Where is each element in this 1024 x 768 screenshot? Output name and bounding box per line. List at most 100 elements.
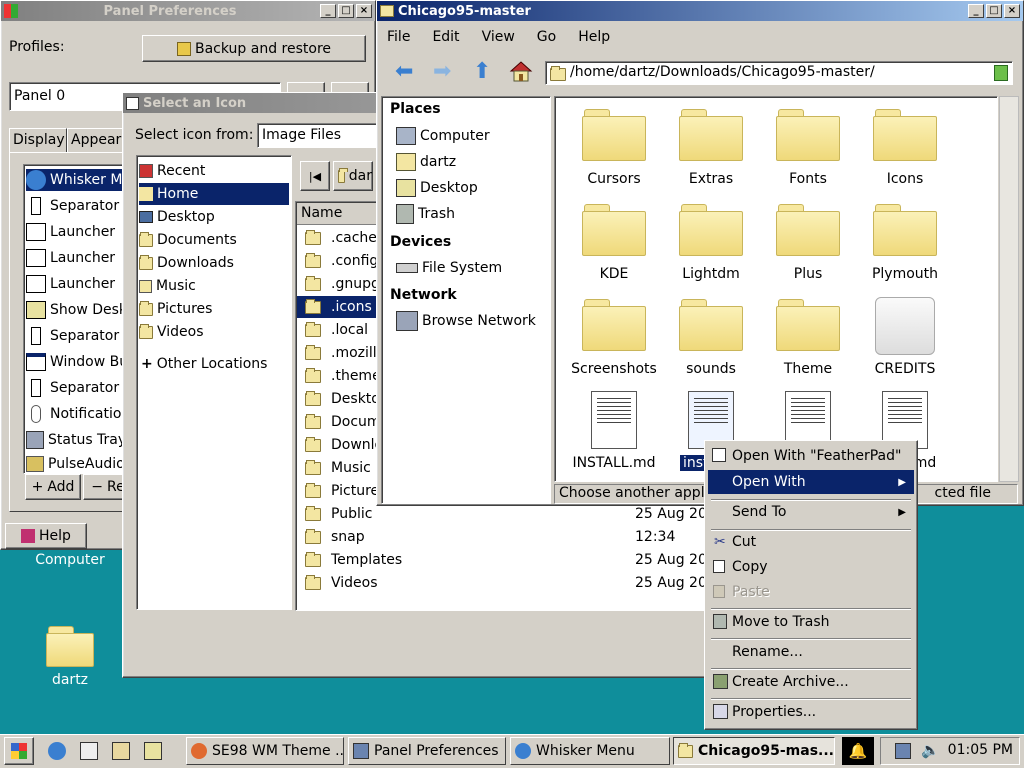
path-back-button[interactable]: |◀ (300, 161, 330, 191)
volume-icon[interactable]: 🔈 (921, 741, 940, 759)
quick-launch-search[interactable] (112, 742, 130, 760)
back-button[interactable]: ⬅ (395, 61, 419, 85)
menu-rename[interactable]: Rename... (708, 640, 914, 664)
panel-item[interactable]: Notificatio (26, 403, 121, 425)
menu-go[interactable]: Go (533, 27, 560, 47)
place-pictures[interactable]: Pictures (139, 298, 212, 320)
file-icon-item[interactable]: CREDITS (860, 295, 950, 381)
file-row[interactable]: Public 25 Aug 202 (297, 503, 716, 525)
place-downloads[interactable]: Downloads (139, 252, 234, 274)
place-dartz[interactable]: dartz (396, 151, 456, 173)
menu-open-with-featherpad[interactable]: Open With "FeatherPad" (708, 444, 914, 468)
notification-bell[interactable]: 🔔 (842, 737, 874, 765)
network-browse[interactable]: Browse Network (396, 310, 536, 332)
place-computer[interactable]: Computer (396, 125, 490, 147)
place-videos[interactable]: Videos (139, 321, 204, 343)
panel-item-label: Status Tray (48, 432, 127, 448)
menu-paste[interactable]: Paste (708, 580, 914, 604)
panel-item[interactable]: Window Bu (26, 351, 128, 373)
home-button[interactable] (509, 59, 533, 85)
panel-item[interactable]: Status Tray (26, 429, 126, 451)
place-documents[interactable]: Documents (139, 229, 237, 251)
task-panel-preferences[interactable]: Panel Preferences (348, 737, 506, 765)
file-icon-item[interactable]: Plus (763, 200, 853, 286)
file-icon-item[interactable]: sounds (666, 295, 756, 381)
file-icon-item[interactable]: Screenshots (569, 295, 659, 381)
forward-button[interactable]: ➡ (433, 61, 457, 85)
minimize-button[interactable]: _ (968, 4, 984, 18)
place-desktop[interactable]: Desktop (139, 206, 215, 228)
maximize-button[interactable]: □ (338, 4, 354, 18)
file-row[interactable]: Templates 25 Aug 202 (297, 549, 716, 571)
place-recent[interactable]: Recent (139, 160, 289, 182)
file-icon-item[interactable]: Fonts (763, 105, 853, 191)
file-icon-item[interactable]: Extras (666, 105, 756, 191)
place-other-locations[interactable]: + Other Locations (141, 353, 267, 375)
file-row[interactable]: Videos 25 Aug 202 (297, 572, 716, 594)
select-from-combo[interactable]: Image Files (257, 123, 387, 148)
file-icon-item[interactable]: KDE (569, 200, 659, 286)
menu-open-with[interactable]: Open With ▶ (708, 470, 914, 494)
maximize-button[interactable]: □ (986, 4, 1002, 18)
file-icon-item[interactable]: Icons (860, 105, 950, 191)
task-se98-theme[interactable]: SE98 WM Theme ... (186, 737, 344, 765)
panel-item[interactable]: Separator (26, 195, 119, 217)
panel-item[interactable]: Separator (26, 377, 119, 399)
place-home[interactable]: Home (139, 183, 289, 205)
task-chicago95[interactable]: Chicago95-mas... (673, 737, 835, 765)
network-tray-icon[interactable] (895, 743, 911, 759)
menu-edit[interactable]: Edit (428, 27, 463, 47)
menu-help[interactable]: Help (574, 27, 614, 47)
panel-item[interactable]: Launcher (26, 273, 115, 295)
menu-file[interactable]: File (383, 27, 414, 47)
panel-item[interactable]: Launcher (26, 247, 115, 269)
folder-icon (305, 344, 321, 360)
close-button[interactable]: × (356, 4, 372, 18)
quick-launch-files[interactable] (80, 742, 98, 760)
menu-create-archive[interactable]: Create Archive... (708, 670, 914, 694)
panel-item[interactable]: Launcher (26, 221, 115, 243)
place-desktop[interactable]: Desktop (396, 177, 478, 199)
place-trash[interactable]: Trash (396, 203, 455, 225)
file-icon-item[interactable]: INSTALL.md (569, 389, 659, 475)
location-bar[interactable]: /home/dartz/Downloads/Chicago95-master/ (545, 61, 1013, 85)
up-button[interactable]: ⬆ (473, 61, 497, 85)
close-button[interactable]: × (1004, 4, 1020, 18)
add-item-button[interactable]: + Add (25, 474, 81, 500)
scrollbar[interactable] (999, 96, 1019, 482)
minimize-button[interactable]: _ (320, 4, 336, 18)
menu-send-to[interactable]: Send To ▶ (708, 500, 914, 524)
file-icon-item[interactable]: Cursors (569, 105, 659, 191)
task-label: Chicago95-mas... (697, 743, 834, 759)
backup-restore-button[interactable]: Backup and restore (142, 35, 366, 62)
tab-display[interactable]: Display (9, 128, 67, 152)
file-icon-item[interactable]: Lightdm (666, 200, 756, 286)
markdown-file-icon (591, 391, 637, 449)
panel-item[interactable]: PulseAudio (26, 453, 125, 475)
file-icon-item[interactable]: Plymouth (860, 200, 950, 286)
panel-item[interactable]: Show Desk (26, 299, 127, 321)
menu-view[interactable]: View (478, 27, 519, 47)
place-music[interactable]: Music (139, 275, 196, 297)
panel-item-label: Window Bu (50, 354, 129, 370)
menu-move-to-trash[interactable]: Move to Trash (708, 610, 914, 634)
path-home-button[interactable]: dar (333, 161, 373, 191)
quick-launch-desktop[interactable] (144, 742, 162, 760)
file-row[interactable]: snap 12:34 (297, 526, 707, 548)
file-icon-item[interactable]: Theme (763, 295, 853, 381)
task-whisker-menu[interactable]: Whisker Menu (510, 737, 670, 765)
start-button[interactable] (4, 737, 34, 765)
menu-copy[interactable]: Copy (708, 555, 914, 579)
desktop-icon-computer[interactable]: Computer (20, 548, 120, 572)
reload-icon[interactable] (994, 65, 1008, 81)
help-button[interactable]: Help (5, 523, 87, 549)
menu-cut[interactable]: ✂ Cut (708, 530, 914, 554)
window-buttons-icon (26, 353, 46, 371)
panel-item[interactable]: Separator (26, 325, 119, 347)
panel-item[interactable]: Whisker M (26, 169, 130, 191)
device-file-system[interactable]: File System (396, 257, 502, 279)
menu-properties[interactable]: Properties... (708, 700, 914, 724)
desktop-icon (139, 211, 153, 223)
quick-launch-browser[interactable] (48, 742, 66, 760)
desktop-icon-dartz[interactable]: dartz (30, 620, 110, 692)
